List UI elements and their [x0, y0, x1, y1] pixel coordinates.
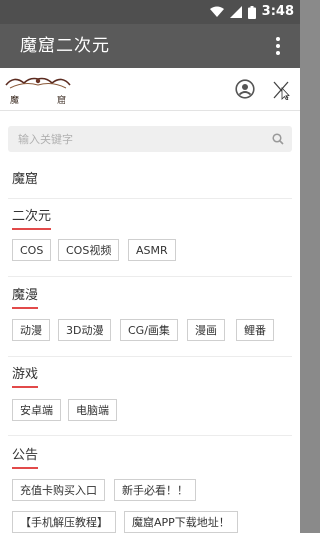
- tag-3d-dongman[interactable]: 3D动漫: [58, 319, 112, 341]
- close-icon[interactable]: [272, 80, 290, 100]
- signal-icon: [229, 6, 242, 18]
- status-time: 3:48: [261, 4, 294, 19]
- tag-cos[interactable]: COS: [12, 239, 52, 261]
- section-heading-erciyuan[interactable]: 二次元: [12, 209, 52, 230]
- tag-asmr[interactable]: ASMR: [128, 239, 176, 261]
- tag-app-download[interactable]: 魔窟APP下载地址！: [124, 511, 238, 533]
- tag-dongman[interactable]: 动漫: [12, 319, 50, 341]
- search-box: [8, 126, 292, 152]
- logo-text-left: 魔: [10, 96, 20, 106]
- wifi-icon: [209, 6, 224, 17]
- divider: [8, 435, 292, 436]
- status-icons: 3:48: [209, 4, 294, 20]
- tag-cos-video[interactable]: COS视频: [58, 239, 120, 261]
- site-header: 魔 窟: [0, 68, 300, 111]
- logo-ornament-icon: [5, 77, 71, 89]
- divider: [8, 276, 292, 277]
- section-heading-youxi[interactable]: 游戏: [12, 367, 39, 388]
- nav-home[interactable]: 魔窟: [12, 172, 38, 188]
- tag-android[interactable]: 安卓端: [12, 399, 61, 421]
- app-bar: 魔窟二次元: [0, 24, 300, 68]
- tag-unzip-tutorial[interactable]: 【手机解压教程】: [12, 511, 116, 533]
- site-logo[interactable]: 魔 窟: [4, 75, 72, 106]
- section-heading-gonggao[interactable]: 公告: [12, 448, 39, 469]
- tag-manhua[interactable]: 漫画: [187, 319, 225, 341]
- user-account-icon[interactable]: [235, 79, 255, 99]
- battery-icon: [247, 5, 256, 19]
- tag-pc[interactable]: 电脑端: [68, 399, 117, 421]
- tag-newbie-guide[interactable]: 新手必看！！: [114, 479, 196, 501]
- tag-lifan[interactable]: 鲤番: [236, 319, 274, 341]
- logo-text-right: 窟: [56, 96, 66, 106]
- overflow-menu-icon[interactable]: [276, 37, 280, 55]
- section-heading-moman[interactable]: 魔漫: [12, 288, 39, 309]
- divider: [8, 356, 292, 357]
- side-menu-panel: 魔 窟 魔窟 二次元 COS COS视频 ASMR 魔漫 动漫 3D动漫 CG/…: [0, 68, 300, 533]
- status-bar: 3:48: [0, 0, 300, 24]
- search-input[interactable]: [8, 126, 258, 152]
- tag-cg-huaji[interactable]: CG/画集: [120, 319, 178, 341]
- tag-recharge-card[interactable]: 充值卡购买入口: [12, 479, 105, 501]
- app-title: 魔窟二次元: [20, 36, 110, 56]
- divider: [8, 198, 292, 199]
- search-icon[interactable]: [272, 133, 284, 145]
